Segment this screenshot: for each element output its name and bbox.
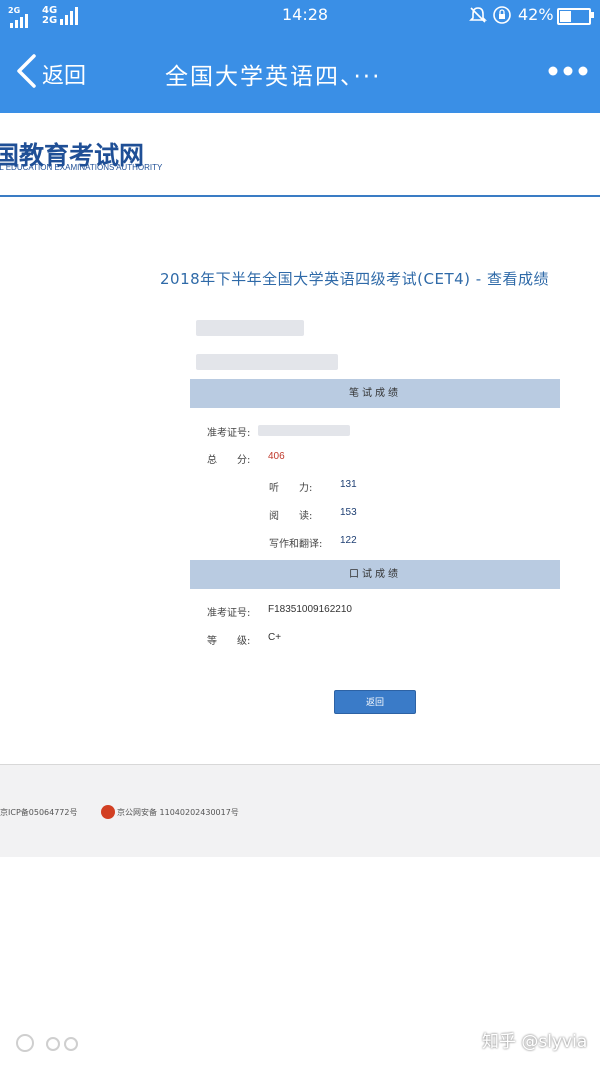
writing-translation-value: 122 [340, 535, 357, 546]
listening-value: 131 [340, 479, 357, 490]
blurred-name [196, 320, 304, 336]
police-badge-icon [101, 805, 115, 819]
written-ticket-label: 准考证号: [207, 428, 251, 439]
grade-label: 等 级: [207, 636, 251, 647]
watermark-text: 知乎 @slyvia [482, 1032, 588, 1052]
exam-title: 2018年下半年全国大学英语四级考试(CET4) - 查看成绩 [160, 270, 549, 288]
header-divider [0, 195, 600, 197]
police-record-link[interactable]: 京公网安备 11040202430017号 [117, 807, 239, 818]
battery-icon [557, 8, 591, 25]
status-bar: 2G 4G 2G 14:28 42% [0, 0, 600, 30]
watermark-logo [16, 1034, 78, 1052]
reading-label: 阅 读: [269, 511, 313, 522]
oral-ticket-label: 准考证号: [207, 608, 251, 619]
blurred-ticket-number [258, 425, 350, 436]
oral-section-title: 口试成绩 [349, 569, 401, 580]
listening-label: 听 力: [269, 483, 313, 494]
blurred-school [196, 354, 338, 370]
total-score-value: 406 [268, 451, 285, 462]
written-section-header: 笔试成绩 [190, 379, 560, 408]
grade-value: C+ [268, 632, 282, 643]
signal-2g-label: 2G [42, 15, 58, 26]
icp-record-link[interactable]: 京ICP备05064772号 [0, 807, 78, 818]
rotation-lock-icon [493, 6, 511, 24]
site-logo-subtitle: AL EDUCATION EXAMINATIONS AUTHORITY [0, 163, 163, 172]
total-score-label: 总 分: [207, 455, 251, 466]
back-label: 返回 [42, 64, 87, 89]
return-button[interactable]: 返回 [334, 690, 416, 714]
chevron-left-icon [17, 54, 36, 88]
nav-bar: 返回 全国大学英语四、··· [0, 30, 600, 113]
written-section-title: 笔试成绩 [349, 388, 401, 399]
page-title: 全国大学英语四、··· [165, 64, 382, 90]
writing-translation-label: 写作和翻译: [269, 539, 323, 550]
reading-value: 153 [340, 507, 357, 518]
signal-bars-icon-2: 4G 2G [42, 5, 82, 26]
signal-bars-icon: 2G [8, 6, 38, 28]
page-footer: 京ICP备05064772号 京公网安备 11040202430017号 [0, 764, 600, 857]
oral-ticket-value: F18351009162210 [268, 604, 352, 615]
more-options-icon[interactable] [548, 66, 588, 76]
oral-section-header: 口试成绩 [190, 560, 560, 589]
battery-percent: 42% [518, 5, 554, 24]
back-button[interactable]: 返回 [10, 45, 105, 95]
bell-off-icon [469, 7, 487, 23]
battery-tip [591, 12, 594, 18]
clock: 14:28 [282, 5, 329, 24]
